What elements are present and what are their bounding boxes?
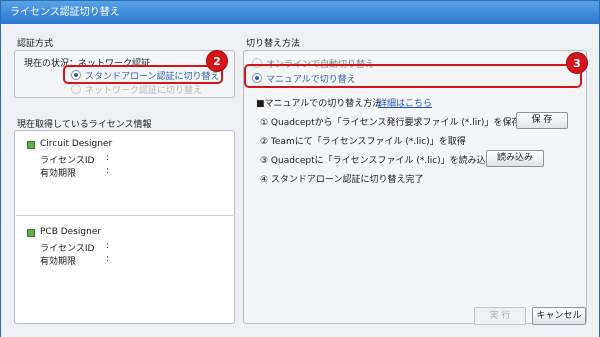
save-button[interactable]: 保 存 — [516, 112, 568, 129]
product-name: PCB Designer — [40, 227, 102, 237]
expiry-value: : — [106, 254, 110, 264]
license-id-value: : — [106, 153, 110, 163]
license-info-panel: Circuit Designer ライセンスID : 有効期限 : PCB De… — [14, 130, 235, 324]
highlight-box-manual — [244, 64, 582, 88]
highlight-box-standalone — [63, 65, 223, 84]
manual-heading: ■マニュアルでの切り替え方法 — [256, 99, 382, 109]
callout-badge-2: 2 — [206, 50, 228, 72]
green-square-icon — [27, 229, 35, 237]
switch-method-panel: オンラインで自動切り替え マニュアルで切り替え ■マニュアルでの切り替え方法 詳… — [243, 50, 587, 324]
license-id-value: : — [106, 241, 110, 251]
expiry-label: 有効期限 — [40, 169, 77, 179]
execute-button[interactable]: 実 行 — [474, 307, 526, 325]
product-name: Circuit Designer — [40, 139, 113, 149]
step-4-text: ④ スタンドアローン認証に切り替え完了 — [260, 175, 424, 185]
callout-badge-3: 3 — [566, 52, 588, 74]
product-divider — [16, 215, 233, 216]
auth-method-group-label: 認証方式 — [17, 39, 54, 49]
network-label[interactable]: ネットワーク認証に切り替え — [85, 83, 202, 96]
switch-method-group-label: 切り替え方法 — [246, 39, 301, 49]
load-button[interactable]: 読み込み — [486, 150, 544, 167]
license-id-label: ライセンスID — [40, 244, 95, 254]
expiry-value: : — [106, 166, 110, 176]
dialog-body: 認証方式 現在の状況：ネットワーク認証 スタンドアローン認証に切り替え ネットワ… — [1, 24, 599, 337]
step-2-text: ② Teamにて「ライセンスファイル (*.lic)」を取得 — [260, 137, 466, 147]
expiry-label: 有効期限 — [40, 257, 77, 267]
green-square-icon — [27, 141, 35, 149]
step-1-text: ① Quadceptから「ライセンス発行要求ファイル (*.lir)」を保存 — [260, 118, 521, 128]
step-3-text: ③ Quadceptに「ライセンスファイル (*.lic)」を読み込み — [260, 156, 495, 166]
license-info-group-label: 現在取得しているライセンス情報 — [17, 120, 152, 130]
details-link[interactable]: 詳細はこちら — [378, 96, 432, 109]
cancel-button[interactable]: キャンセル — [532, 307, 586, 325]
license-id-label: ライセンスID — [40, 156, 95, 166]
license-switch-dialog: ライセンス認証切り替え 認証方式 現在の状況：ネットワーク認証 スタンドアローン… — [0, 0, 600, 337]
network-radio[interactable] — [71, 84, 81, 94]
window-title: ライセンス認証切り替え — [1, 1, 599, 24]
